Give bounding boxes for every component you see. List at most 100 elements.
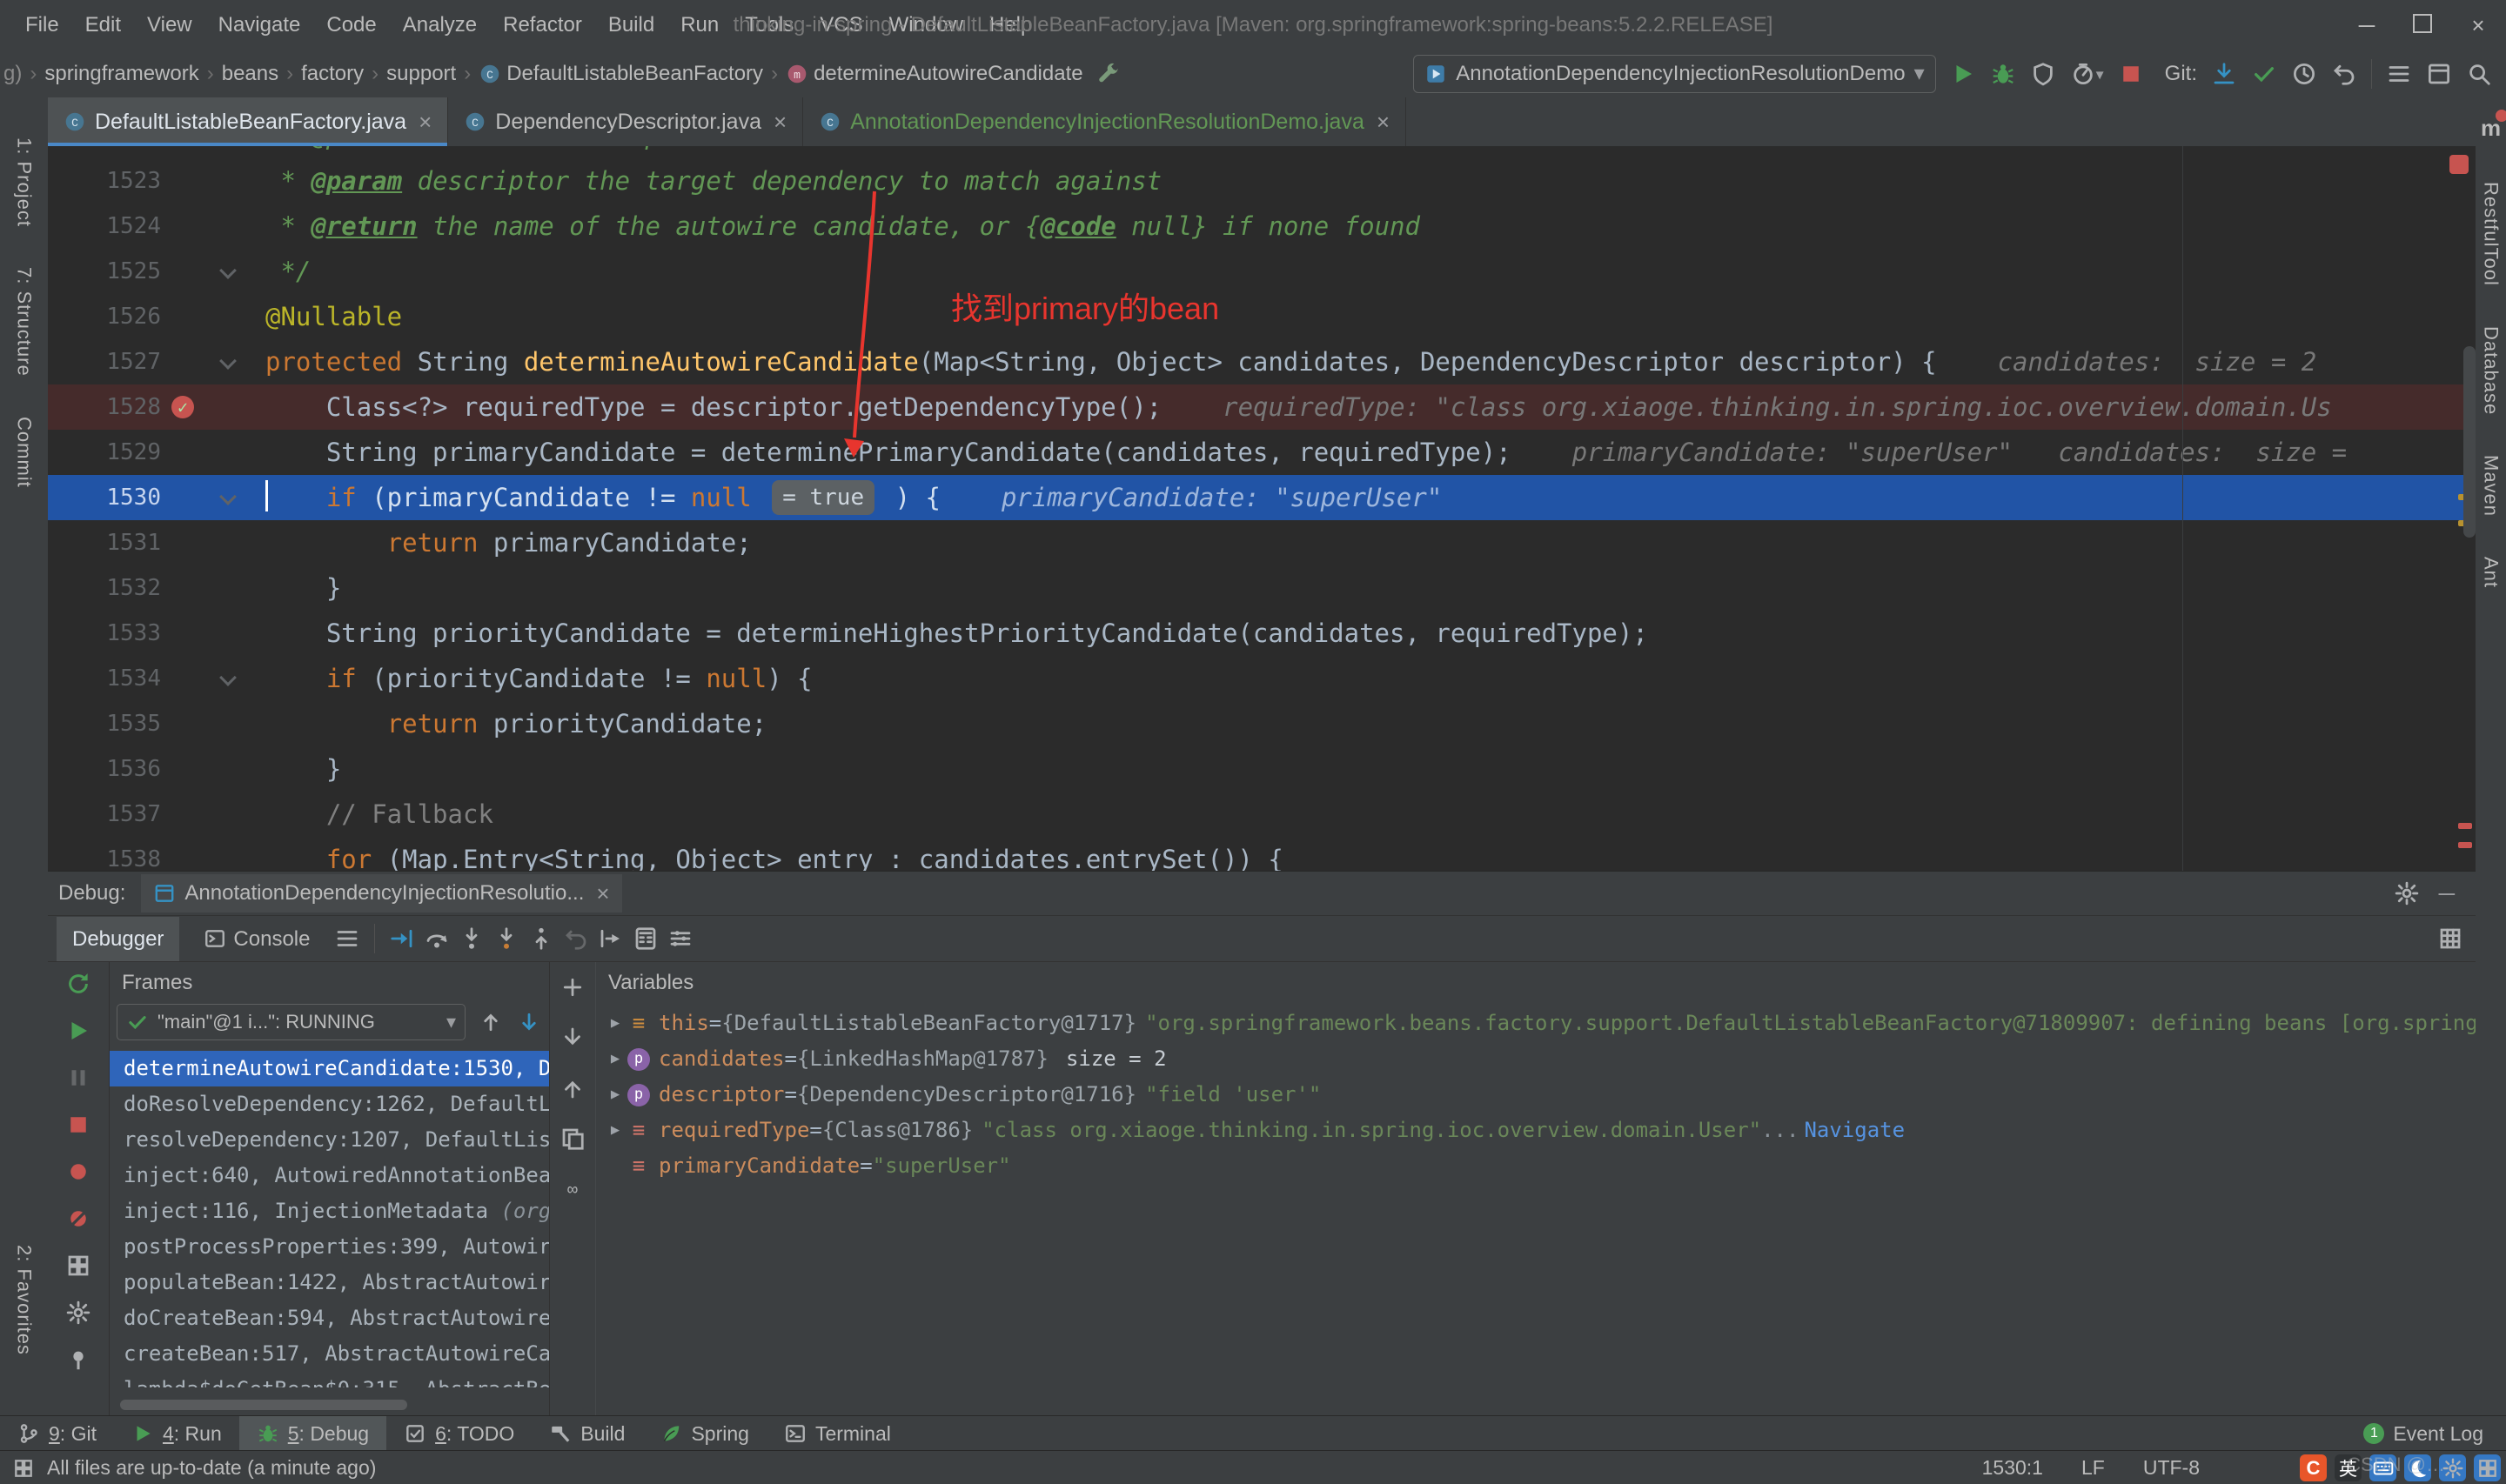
gutter[interactable]: 1522	[48, 146, 257, 158]
debug-session-tab[interactable]: AnnotationDependencyInjectionResolutio..…	[141, 874, 622, 912]
code-editor[interactable]: 1522 * @param candidates a Map of candid…	[48, 146, 2476, 871]
encoding[interactable]: UTF-8	[2143, 1456, 2200, 1480]
mute-breakpoints-button[interactable]	[65, 1206, 91, 1232]
stop-button[interactable]	[65, 1112, 91, 1138]
move-watch-down-button[interactable]	[559, 1025, 586, 1051]
gutter[interactable]: 1524	[48, 204, 257, 249]
variable-row[interactable]: ▶ p descriptor = {DependencyDescriptor@171…	[596, 1077, 2476, 1113]
csdn-logo[interactable]: C	[2300, 1454, 2327, 1481]
debug-viewtab-console[interactable]: Console	[188, 917, 325, 961]
previous-frame-button[interactable]	[478, 1009, 504, 1035]
menu-refactor[interactable]: Refactor	[490, 1, 595, 50]
force-step-into-button[interactable]	[493, 926, 519, 952]
gutter[interactable]: 1527	[48, 339, 257, 384]
ime-language-indicator[interactable]: 英	[2335, 1454, 2362, 1481]
next-frame-button[interactable]	[516, 1009, 542, 1035]
gutter[interactable]: 1538	[48, 837, 257, 871]
frames-horizontal-scrollbar[interactable]	[120, 1400, 407, 1410]
code-line-1532[interactable]: 1532 }	[48, 565, 2476, 611]
settings-button[interactable]	[65, 1300, 91, 1326]
close-button[interactable]: ×	[2450, 1, 2506, 50]
ime-layout-button[interactable]	[2474, 1454, 2501, 1481]
step-out-button[interactable]	[528, 926, 554, 952]
toolstrip-commit[interactable]: Commit	[13, 417, 36, 488]
toolwindow-button-debug[interactable]: 5: Debug	[238, 1416, 387, 1451]
close-icon[interactable]: ×	[596, 880, 609, 907]
expander-icon[interactable]: ▶	[603, 1113, 627, 1148]
menu-code[interactable]: Code	[313, 1, 389, 50]
code-line-1537[interactable]: 1537 // Fallback	[48, 792, 2476, 837]
code-line-1531[interactable]: 1531 return primaryCandidate;	[48, 520, 2476, 565]
toolwindow-button-git[interactable]: 9: Git	[0, 1416, 114, 1451]
toolwindow-button-spring[interactable]: Spring	[642, 1416, 766, 1451]
toolstrip-database[interactable]: Database	[2480, 326, 2503, 415]
minimize-button[interactable]: ─	[2339, 1, 2395, 50]
menu-edit[interactable]: Edit	[72, 1, 134, 50]
git-commit-button[interactable]	[2251, 61, 2277, 87]
close-icon[interactable]: ×	[419, 109, 432, 136]
gutter[interactable]: 1531	[48, 520, 257, 565]
stack-frame[interactable]: resolveDependency:1207, DefaultListable	[110, 1122, 549, 1158]
debug-settings-button[interactable]	[2394, 880, 2420, 906]
search-everywhere-button[interactable]	[2466, 61, 2492, 87]
run-with-coverage-button[interactable]	[2030, 61, 2056, 87]
gutter[interactable]: 1535	[48, 701, 257, 746]
code-line-1533[interactable]: 1533 String priorityCandidate = determin…	[48, 611, 2476, 656]
ime-keyboard-button[interactable]	[2369, 1454, 2396, 1481]
code-line-1530[interactable]: 1530 if (primaryCandidate != null = true…	[48, 475, 2476, 520]
layout-button[interactable]	[2426, 61, 2452, 87]
event-log-button[interactable]: 1 Event Log	[2363, 1422, 2506, 1446]
duplicate-watch-button[interactable]	[559, 1126, 586, 1152]
maven-icon[interactable]: m	[2481, 110, 2506, 142]
restore-layout-button[interactable]	[2437, 926, 2463, 952]
toolstrip-project[interactable]: 1: Project	[13, 137, 36, 227]
resume-button[interactable]	[65, 1018, 91, 1044]
menu-analyze[interactable]: Analyze	[390, 1, 490, 50]
stack-frame[interactable]: lambda$doGetBean$0:315, AbstractBeanFa	[110, 1372, 549, 1387]
code-line-1529[interactable]: 1529 String primaryCandidate = determine…	[48, 430, 2476, 475]
gutter[interactable]: 1530	[48, 475, 257, 520]
variable-row[interactable]: ▶ p candidates = {LinkedHashMap@1787} size …	[596, 1041, 2476, 1077]
rerun-button[interactable]	[65, 971, 91, 997]
gutter[interactable]: 1526	[48, 294, 257, 339]
gutter[interactable]: 1529	[48, 430, 257, 475]
git-history-button[interactable]	[2291, 61, 2317, 87]
expander-icon[interactable]: ▶	[603, 1041, 627, 1077]
fold-icon[interactable]	[219, 352, 237, 370]
evaluate-expression-button[interactable]	[633, 926, 659, 952]
menu-view[interactable]: View	[134, 1, 205, 50]
line-ending[interactable]: LF	[2081, 1456, 2105, 1480]
add-watch-button[interactable]	[559, 974, 586, 1000]
code-line-1525[interactable]: 1525 */	[48, 249, 2476, 294]
code-line-1522[interactable]: 1522 * @param candidates a Map of candid…	[48, 146, 2476, 158]
restore-layout-button[interactable]	[65, 1253, 91, 1279]
run-config-selector[interactable]: AnnotationDependencyInjectionResolutionD…	[1413, 54, 1936, 93]
run-button[interactable]	[1950, 61, 1976, 87]
variable-row[interactable]: ▶ ≡ this = {DefaultListableBeanFactory@171…	[596, 1006, 2476, 1041]
debugger-settings-button[interactable]	[667, 926, 694, 952]
maximize-button[interactable]	[2395, 1, 2450, 50]
debug-button[interactable]	[1990, 61, 2016, 87]
gutter[interactable]: 1525	[48, 249, 257, 294]
layout-options-button[interactable]	[334, 926, 360, 952]
view-breakpoints-button[interactable]	[65, 1159, 91, 1185]
toolstrip-ant[interactable]: Ant	[2480, 557, 2503, 588]
error-stripe-mark[interactable]	[2458, 823, 2472, 829]
navigate-link[interactable]: Navigate	[1804, 1113, 1905, 1148]
code-line-1527[interactable]: 1527 protected String determineAutowireCa…	[48, 339, 2476, 384]
gutter[interactable]: 1534	[48, 656, 257, 701]
stop-button[interactable]	[2118, 61, 2144, 87]
breadcrumb-item[interactable]: springframework	[44, 62, 198, 86]
code-line-1535[interactable]: 1535 return priorityCandidate;	[48, 701, 2476, 746]
toolwindow-toggle-icon[interactable]	[12, 1455, 35, 1480]
pause-button[interactable]	[65, 1065, 91, 1091]
recent-files-button[interactable]	[2386, 61, 2412, 87]
code-line-1538[interactable]: 1538 for (Map.Entry<String, Object> entr…	[48, 837, 2476, 871]
git-rollback-button[interactable]	[2331, 61, 2357, 87]
gutter[interactable]: 1523	[48, 158, 257, 204]
pin-tab-button[interactable]	[65, 1347, 91, 1373]
editor-tab[interactable]: C AnnotationDependencyInjectionResolution…	[803, 97, 1407, 146]
stack-frame[interactable]: populateBean:1422, AbstractAutowireCap	[110, 1265, 549, 1300]
error-stripe-mark[interactable]	[2458, 842, 2472, 848]
toolstrip-structure[interactable]: 7: Structure	[13, 267, 36, 377]
